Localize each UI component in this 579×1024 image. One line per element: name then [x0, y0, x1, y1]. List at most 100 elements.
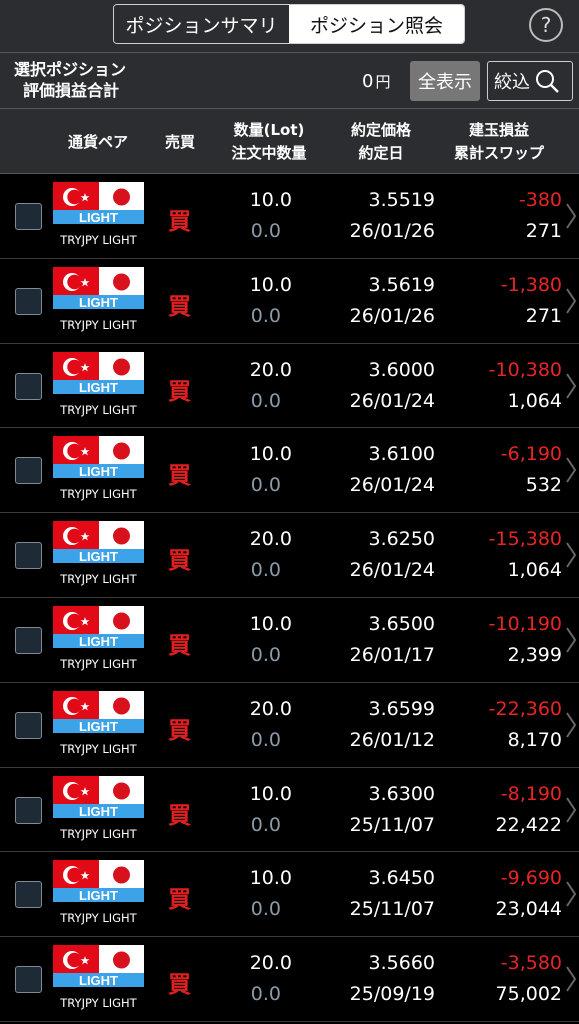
position-row[interactable]: LIGHT TRYJPY LIGHT 買 20.0 0.0 3.6250 26/…	[0, 513, 579, 598]
tab-position-summary[interactable]: ポジションサマリ	[114, 5, 289, 43]
pair-name: TRYJPY LIGHT	[60, 911, 137, 926]
show-all-button[interactable]: 全表示	[410, 61, 480, 101]
execution-date: 26/01/24	[349, 474, 435, 497]
tryjpy-light-flag-icon: LIGHT	[53, 945, 144, 988]
execution-price: 3.6100	[368, 443, 435, 466]
position-row[interactable]: LIGHT TRYJPY LIGHT 買 10.0 0.0 3.5519 26/…	[0, 174, 579, 259]
flag-light-label: LIGHT	[79, 380, 118, 394]
positions-list: LIGHT TRYJPY LIGHT 買 10.0 0.0 3.5519 26/…	[0, 174, 579, 1022]
select-checkbox[interactable]	[15, 881, 42, 909]
flag-light-label: LIGHT	[79, 634, 118, 648]
pair-name: TRYJPY LIGHT	[60, 233, 137, 247]
chevron-right-icon	[566, 288, 577, 314]
flag-light-label: LIGHT	[79, 295, 118, 309]
pair-name: TRYJPY LIGHT	[60, 826, 137, 841]
position-pl: -1,380	[500, 273, 562, 296]
column-price-line1: 約定価格	[350, 121, 411, 139]
select-checkbox[interactable]	[15, 542, 42, 570]
ordered-quantity: 0.0	[250, 728, 281, 751]
position-row[interactable]: LIGHT TRYJPY LIGHT 買 10.0 0.0 3.5619 26/…	[0, 259, 579, 344]
position-row[interactable]: LIGHT TRYJPY LIGHT 買 10.0 0.0 3.6450 25/…	[0, 852, 579, 938]
column-pl-line2: 累計スワップ	[453, 144, 544, 162]
tryjpy-light-flag-icon: LIGHT	[53, 690, 144, 733]
execution-date: 25/11/07	[349, 813, 435, 836]
position-row[interactable]: LIGHT TRYJPY LIGHT 買 10.0 0.0 3.6500 26/…	[0, 598, 579, 683]
quantity: 20.0	[249, 952, 292, 975]
cumulative-swap: 1,064	[507, 559, 562, 582]
chevron-right-icon	[566, 542, 577, 568]
side-badge: 買	[168, 378, 191, 405]
select-checkbox[interactable]	[15, 372, 42, 400]
top-bar: ポジションサマリ ポジション照会 ?	[0, 0, 579, 52]
execution-date: 25/11/07	[349, 898, 435, 921]
chevron-right-icon	[566, 966, 577, 992]
select-checkbox[interactable]	[15, 203, 42, 230]
execution-date: 26/01/17	[349, 643, 435, 666]
column-side: 売買	[164, 133, 195, 151]
execution-price: 3.5619	[368, 273, 435, 296]
position-row[interactable]: LIGHT TRYJPY LIGHT 買 20.0 0.0 3.6000 26/…	[0, 344, 579, 429]
quantity: 10.0	[249, 867, 292, 890]
flag-light-label: LIGHT	[79, 973, 118, 987]
position-row[interactable]: LIGHT TRYJPY LIGHT 買 10.0 0.0 3.6300 25/…	[0, 768, 579, 853]
chevron-right-icon	[566, 203, 577, 229]
chevron-right-icon	[566, 457, 577, 483]
select-checkbox[interactable]	[15, 796, 42, 824]
tab-position-inquiry[interactable]: ポジション照会	[289, 5, 464, 43]
cumulative-swap: 271	[525, 220, 562, 242]
column-pl: 建玉損益 累計スワップ	[440, 119, 558, 165]
execution-price: 3.5519	[368, 189, 435, 211]
chevron-right-icon	[566, 881, 577, 907]
cumulative-swap: 23,044	[495, 898, 562, 921]
pair-name: TRYJPY LIGHT	[60, 996, 137, 1011]
select-checkbox[interactable]	[15, 457, 42, 485]
ordered-quantity: 0.0	[250, 898, 281, 921]
tryjpy-light-flag-icon: LIGHT	[53, 182, 144, 224]
flag-light-label: LIGHT	[79, 888, 118, 902]
position-row[interactable]: LIGHT TRYJPY LIGHT 買 10.0 0.0 3.6100 26/…	[0, 428, 579, 514]
cumulative-swap: 8,170	[507, 728, 562, 751]
pair-name: TRYJPY LIGHT	[60, 741, 137, 756]
pair-name: TRYJPY LIGHT	[60, 487, 137, 502]
quantity: 20.0	[249, 697, 292, 720]
select-checkbox[interactable]	[15, 287, 42, 315]
quantity: 10.0	[249, 273, 292, 296]
chevron-right-icon	[566, 797, 577, 823]
tryjpy-light-flag-icon: LIGHT	[53, 436, 144, 479]
quantity: 10.0	[249, 189, 292, 211]
filter-button[interactable]: 絞込	[487, 61, 573, 101]
ordered-quantity: 0.0	[250, 643, 281, 666]
side-badge: 買	[168, 293, 191, 320]
position-row[interactable]: LIGHT TRYJPY LIGHT 買 20.0 0.0 3.6599 26/…	[0, 683, 579, 768]
summary-total-unit: 円	[375, 73, 391, 91]
quantity: 20.0	[249, 528, 292, 551]
select-checkbox[interactable]	[15, 626, 42, 654]
column-quantity-line2: 注文中数量	[231, 144, 307, 162]
column-quantity: 数量(Lot) 注文中数量	[220, 119, 318, 165]
help-icon[interactable]: ?	[529, 8, 563, 42]
select-checkbox[interactable]	[15, 966, 42, 994]
pair-name: TRYJPY LIGHT	[60, 317, 137, 332]
side-badge: 買	[168, 887, 191, 914]
tryjpy-light-flag-icon: LIGHT	[53, 266, 144, 309]
side-badge: 買	[168, 972, 191, 999]
quantity: 20.0	[249, 358, 292, 381]
selection-summary: 選択ポジション 評価損益合計 0円 全表示 絞込	[0, 52, 579, 108]
position-pl: -6,190	[500, 443, 562, 466]
position-row[interactable]: LIGHT TRYJPY LIGHT 買 20.0 0.0 3.5660 25/…	[0, 937, 579, 1022]
ordered-quantity: 0.0	[250, 304, 281, 327]
position-pl: -15,380	[488, 528, 562, 551]
search-icon	[536, 70, 559, 93]
pair-name: TRYJPY LIGHT	[60, 572, 137, 587]
select-checkbox[interactable]	[15, 711, 42, 739]
ordered-quantity: 0.0	[250, 389, 281, 412]
tryjpy-light-flag-icon: LIGHT	[53, 860, 144, 903]
tryjpy-light-flag-icon: LIGHT	[53, 775, 144, 818]
column-pair: 通貨ペア	[67, 133, 128, 151]
summary-total-value: 0	[362, 71, 374, 92]
execution-price: 3.6250	[368, 528, 435, 551]
pair-name: TRYJPY LIGHT	[60, 656, 137, 671]
column-price: 約定価格 約定日	[335, 119, 427, 165]
position-pl: -10,190	[488, 612, 562, 635]
quantity: 10.0	[249, 443, 292, 466]
